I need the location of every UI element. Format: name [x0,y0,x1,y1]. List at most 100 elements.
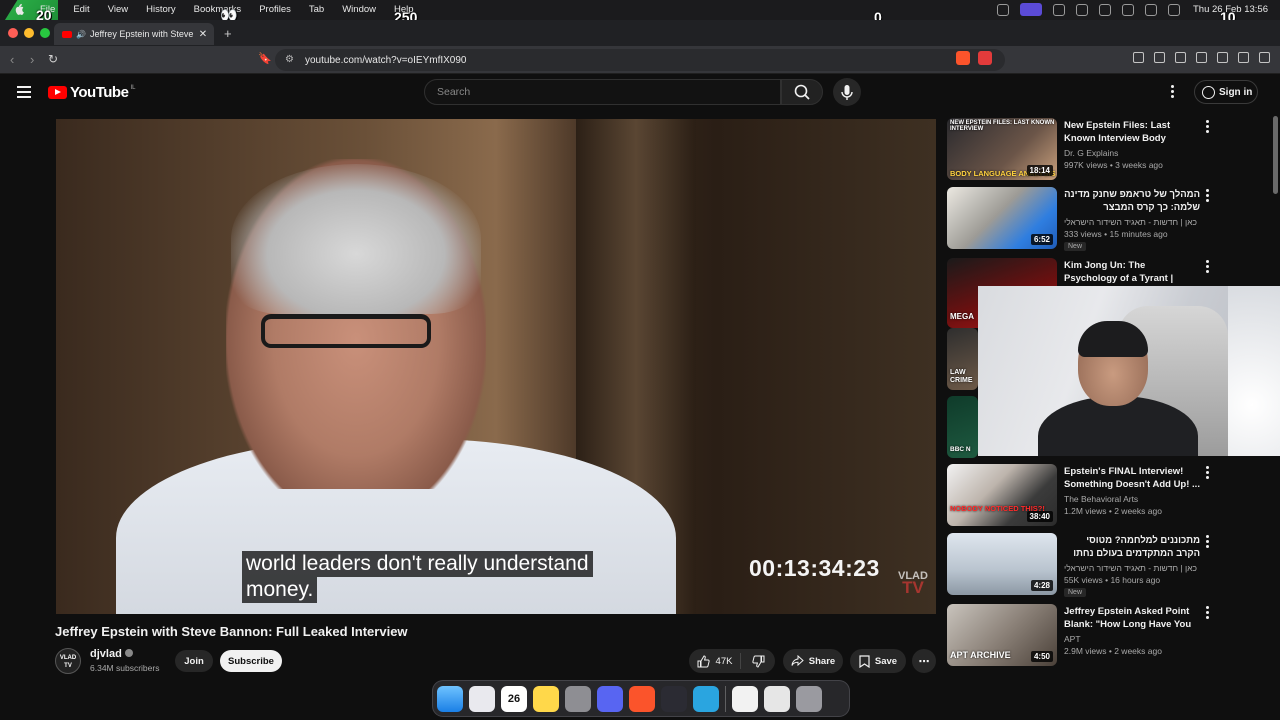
menu-profiles[interactable]: Profiles [259,4,291,15]
back-icon[interactable]: ‹ [10,52,14,67]
document-icon[interactable] [732,685,758,712]
share-button[interactable]: Share [783,649,843,673]
channel-name[interactable]: djvlad [90,648,133,660]
rec-channel[interactable]: כאן | חדשות - תאגיד השידור הישראלי [1064,563,1197,573]
control-center-icon[interactable] [1168,3,1180,16]
save-button[interactable]: Save [850,649,906,673]
rec-thumbnail[interactable]: 6:52 [947,187,1057,249]
new-tab-icon[interactable]: + [224,26,232,41]
rec-more-icon[interactable] [1206,466,1210,481]
bookmark-icon[interactable]: 🔖 [258,52,272,65]
settings-more-icon[interactable] [1171,85,1175,100]
zoom-window-button[interactable] [40,28,50,38]
launchpad-icon[interactable] [469,685,495,712]
battery-icon[interactable] [1122,3,1134,16]
youtube-logo[interactable]: YouTube IL [48,84,135,101]
rec-more-icon[interactable] [1206,535,1210,550]
brave-browser-icon[interactable] [629,685,655,712]
notes-icon[interactable] [533,685,559,712]
menu-view[interactable]: View [108,4,128,15]
status-icon-1[interactable] [997,3,1009,16]
system-settings-icon[interactable] [565,685,591,712]
menu-history[interactable]: History [146,4,176,15]
apple-logo-icon[interactable] [14,3,24,15]
rec-more-icon[interactable] [1206,606,1210,621]
finder-icon[interactable] [437,685,463,712]
subscribe-button[interactable]: Subscribe [220,650,282,672]
rec-title[interactable]: Epstein's FINAL Interview! Something Doe… [1064,465,1200,491]
forward-icon[interactable]: › [30,52,34,67]
calendar-icon[interactable]: 26 [501,685,527,712]
rec-title[interactable]: המהלך של טראמפ שחנק מדינה שלמה: כך קרס ה… [1064,188,1200,214]
brave-rewards-icon[interactable] [978,51,992,65]
vpn-icon[interactable] [1238,52,1249,63]
speaker-icon[interactable]: 🔊 [76,30,86,39]
more-actions-icon[interactable]: ⋯ [912,649,936,673]
rec-thumbnail[interactable]: NEW EPSTEIN FILES: LAST KNOWN INTERVIEW … [947,118,1057,180]
media-icon[interactable] [1154,52,1165,63]
join-button[interactable]: Join [175,650,213,672]
recommendation-item[interactable]: APT ARCHIVE 4:50 Jeffrey Epstein Asked P… [947,604,1227,666]
obs-icon[interactable] [661,685,687,712]
rec-title[interactable]: New Epstein Files: Last Known Interview … [1064,119,1200,145]
rec-thumbnail[interactable]: LAW CRIME [947,328,978,390]
rec-more-icon[interactable] [1206,260,1210,275]
rec-title[interactable]: Jeffrey Epstein Asked Point Blank: "How … [1064,605,1200,631]
rec-title[interactable]: מתכוננים למלחמה? מטוסי הקרב המתקדמים בעו… [1064,534,1200,560]
rec-channel[interactable]: Dr. G Explains [1064,148,1118,158]
rec-more-icon[interactable] [1206,189,1210,204]
rec-channel[interactable]: APT [1064,634,1081,644]
recommendation-item[interactable]: 6:52 המהלך של טראמפ שחנק מדינה שלמה: כך … [947,187,1227,251]
wifi-icon[interactable] [1099,3,1111,16]
recommendation-item[interactable]: 4:28 מתכוננים למלחמה? מטוסי הקרב המתקדמי… [947,533,1227,597]
close-tab-icon[interactable]: ✕ [196,29,210,40]
minimize-window-button[interactable] [24,28,34,38]
trash-icon[interactable] [796,685,822,712]
brave-shields-icon[interactable] [956,51,970,65]
sign-in-button[interactable]: Sign in [1194,80,1258,104]
rec-more-icon[interactable] [1206,120,1210,135]
recommendation-item[interactable]: MEGA Kim Jong Un: The Psychology of a Ty… [947,258,1227,328]
cast-icon[interactable] [1133,52,1144,63]
search-input[interactable]: Search [424,79,781,105]
browser-menu-icon[interactable] [1259,52,1270,63]
recommendation-item[interactable]: NOBODY NOTICED THIS?! 38:40 Epstein's FI… [947,464,1227,526]
menu-window[interactable]: Window [342,4,376,15]
channel-avatar[interactable]: VLAD TV [55,648,81,674]
menu-tab[interactable]: Tab [309,4,324,15]
sidebar-icon[interactable] [1175,52,1186,63]
browser-tab-active[interactable]: 🔊 Jeffrey Epstein with Steve B ✕ [54,23,214,45]
rec-thumbnail[interactable]: BBC N [947,396,978,458]
recommendation-item[interactable]: LAW CRIME [947,328,978,390]
telegram-icon[interactable] [693,685,719,712]
wallet-icon[interactable] [1196,52,1207,63]
rec-title[interactable]: Kim Jong Un: The Psychology of a Tyrant … [1064,259,1200,285]
search-button[interactable] [781,79,823,105]
leo-icon[interactable] [1217,52,1228,63]
site-info-icon[interactable]: ⚙ [285,54,294,65]
rec-thumbnail[interactable]: NOBODY NOTICED THIS?! 38:40 [947,464,1057,526]
page-scrollbar-thumb[interactable] [1273,116,1278,194]
status-icon-4[interactable] [1076,3,1088,16]
like-button[interactable]: 47K [689,653,741,669]
rec-thumbnail[interactable]: APT ARCHIVE 4:50 [947,604,1057,666]
address-bar[interactable]: ⚙ youtube.com/watch?v=oIEYmfIX090 [275,49,1005,71]
status-icon-2[interactable] [1020,3,1042,16]
status-icon-3[interactable] [1053,3,1065,16]
file-icon[interactable] [764,685,790,712]
menu-edit[interactable]: Edit [73,4,89,15]
page-scrollbar[interactable] [1272,112,1280,672]
hamburger-menu-icon[interactable] [17,86,31,101]
rec-channel[interactable]: כאן | חדשות - תאגיד השידור הישראלי [1064,217,1197,227]
discord-icon[interactable] [597,685,623,712]
reload-icon[interactable]: ↻ [48,52,58,66]
dislike-button[interactable] [741,655,775,668]
recommendation-item[interactable]: BBC N [947,396,978,458]
rec-thumbnail[interactable]: 4:28 [947,533,1057,595]
rec-channel[interactable]: The Behavioral Arts [1064,494,1138,504]
close-window-button[interactable] [8,28,18,38]
voice-search-button[interactable] [833,78,861,106]
spotlight-icon[interactable] [1145,3,1157,16]
recommendation-item[interactable]: NEW EPSTEIN FILES: LAST KNOWN INTERVIEW … [947,118,1227,180]
video-player[interactable]: world leaders don't really understand mo… [56,119,936,614]
